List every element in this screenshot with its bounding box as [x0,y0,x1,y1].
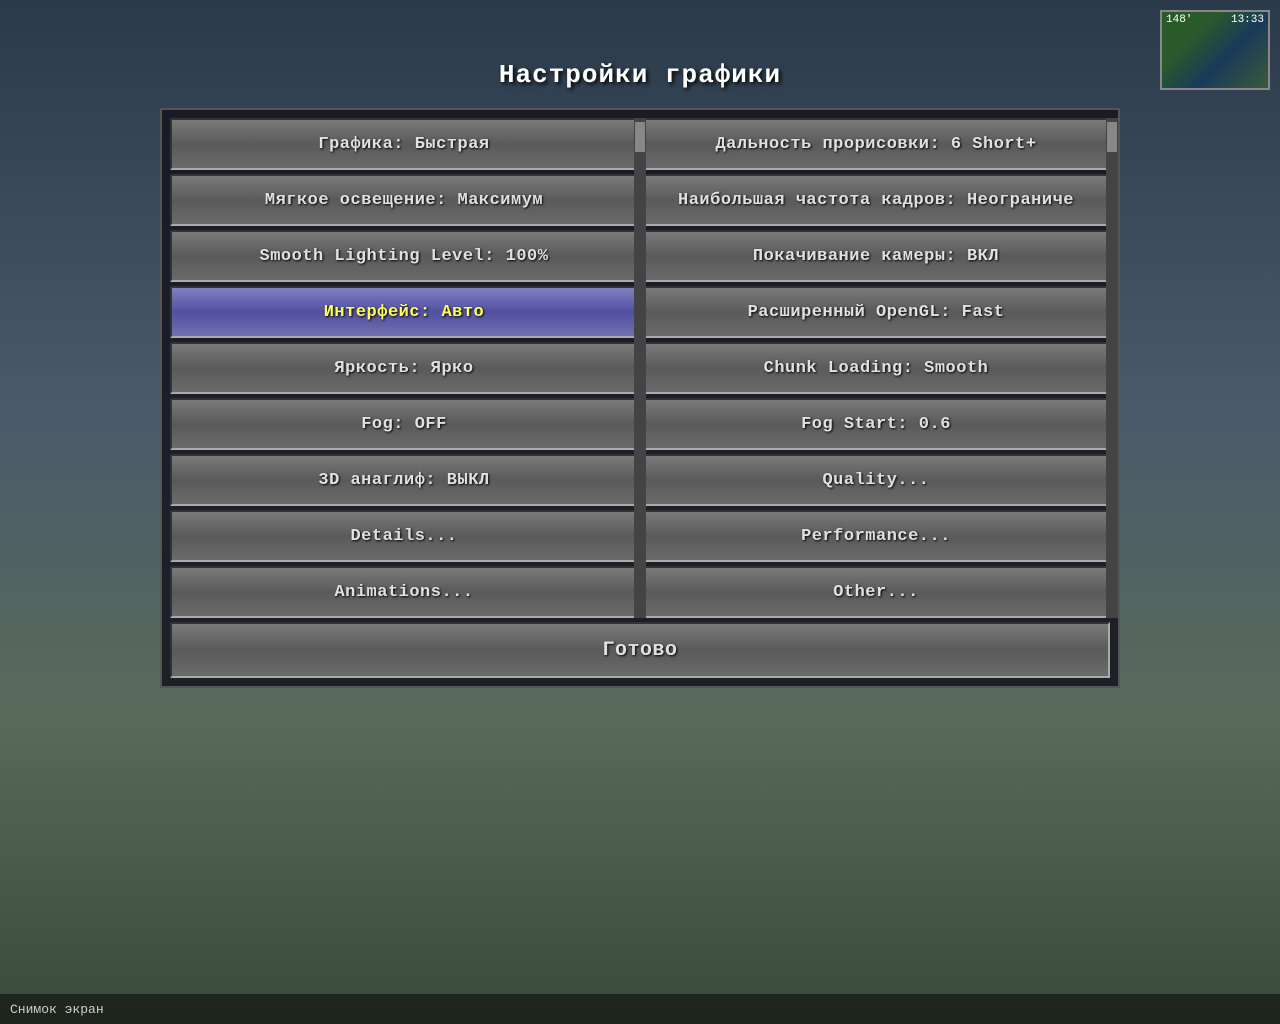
btn-details[interactable]: Details... [170,510,638,562]
right-column: Дальность прорисовки: 6 Short+Наибольшая… [642,118,1110,618]
done-button[interactable]: Готово [170,622,1110,678]
right-scrollbar[interactable] [1106,118,1118,618]
btn-fog-start[interactable]: Fog Start: 0.6 [642,398,1110,450]
btn-smooth-lighting-level[interactable]: Smooth Lighting Level: 100% [170,230,638,282]
done-row: Готово [170,622,1110,678]
settings-grid: Графика: БыстраяМягкое освещение: Максим… [170,118,1110,618]
btn-soft-lighting[interactable]: Мягкое освещение: Максимум [170,174,638,226]
dialog-title: Настройки графики [499,60,781,90]
btn-brightness[interactable]: Яркость: Ярко [170,342,638,394]
btn-graphics[interactable]: Графика: Быстрая [170,118,638,170]
btn-other[interactable]: Other... [642,566,1110,618]
btn-interface[interactable]: Интерфейс: Авто [170,286,638,338]
dialog-panel: Графика: БыстраяМягкое освещение: Максим… [160,108,1120,688]
btn-max-framerate[interactable]: Наибольшая частота кадров: Неограниче [642,174,1110,226]
bottom-text: Снимок экран [10,1002,104,1017]
btn-chunk-loading[interactable]: Chunk Loading: Smooth [642,342,1110,394]
left-scrollbar[interactable] [634,118,646,618]
btn-advanced-opengl[interactable]: Расширенный OpenGL: Fast [642,286,1110,338]
btn-camera-sway[interactable]: Покачивание камеры: ВКЛ [642,230,1110,282]
btn-render-distance[interactable]: Дальность прорисовки: 6 Short+ [642,118,1110,170]
dialog-overlay: Настройки графики Графика: БыстраяМягкое… [0,0,1280,1024]
btn-3d-anaglyph[interactable]: 3D анаглиф: ВЫКЛ [170,454,638,506]
btn-fog[interactable]: Fog: OFF [170,398,638,450]
left-column: Графика: БыстраяМягкое освещение: Максим… [170,118,638,618]
btn-quality[interactable]: Quality... [642,454,1110,506]
btn-performance[interactable]: Performance... [642,510,1110,562]
bottom-bar: Снимок экран [0,994,1280,1024]
btn-animations[interactable]: Animations... [170,566,638,618]
